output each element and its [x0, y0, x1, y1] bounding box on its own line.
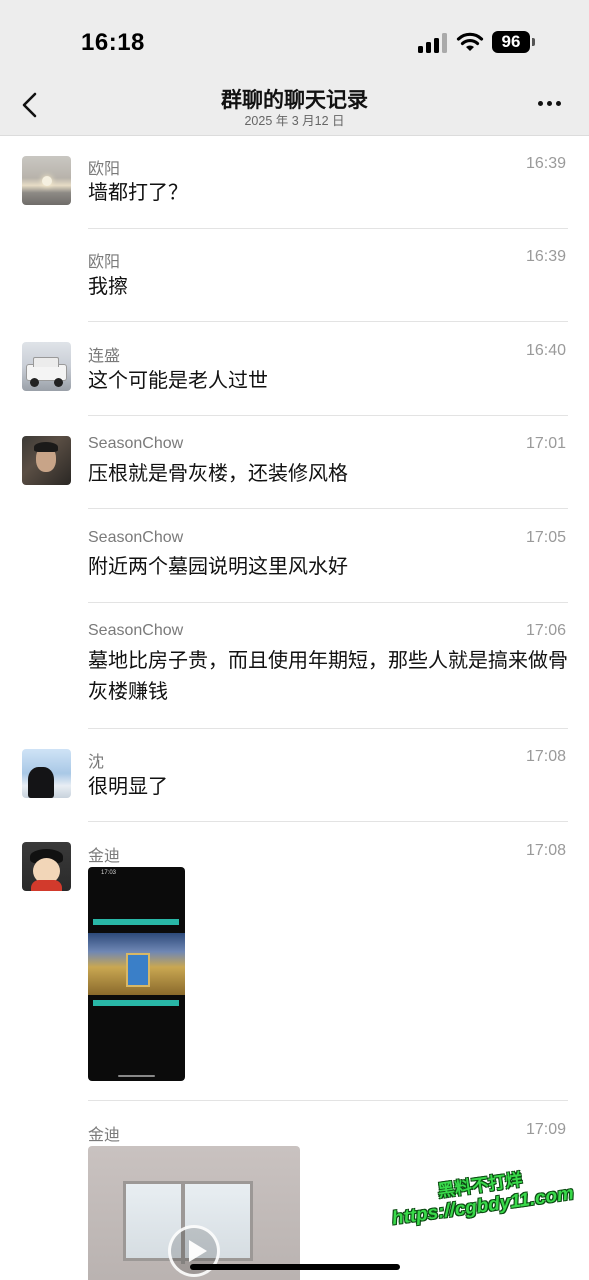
- message-time: 17:05: [525, 529, 566, 546]
- top-bar: 16:18 96 群聊的聊天记录 2025 年 3 月12 日: [0, 0, 589, 136]
- divider: [88, 415, 568, 416]
- avatar[interactable]: [22, 436, 71, 485]
- image-message[interactable]: 17:03: [88, 867, 185, 1081]
- sender-name: SeasonChow: [88, 622, 184, 639]
- wifi-icon: [456, 32, 484, 51]
- message-time: 17:09: [525, 1121, 566, 1138]
- watermark-line1: 黑料不打烊: [436, 1170, 524, 1201]
- sender-name: 金迪: [88, 1127, 121, 1144]
- message-text[interactable]: 附近两个墓园说明这里风水好: [88, 552, 570, 583]
- home-indicator[interactable]: [190, 1264, 400, 1270]
- avatar[interactable]: [22, 749, 71, 798]
- avatar[interactable]: [22, 156, 71, 205]
- divider: [88, 228, 568, 229]
- message-text[interactable]: 墓地比房子贵，而且使用年期短，那些人就是搞来做骨灰楼赚钱: [88, 646, 570, 708]
- message-time: 16:39: [525, 155, 566, 172]
- divider: [88, 508, 568, 509]
- sender-name: 欧阳: [88, 161, 121, 178]
- sender-name: SeasonChow: [88, 529, 184, 546]
- avatar[interactable]: [22, 342, 71, 391]
- message-time: 16:39: [525, 248, 566, 265]
- sender-name: 连盛: [88, 348, 121, 365]
- message-text[interactable]: 墙都打了？: [88, 178, 570, 209]
- sender-name: 沈: [88, 754, 105, 771]
- chat-date: 2025 年 3 月12 日: [244, 114, 345, 128]
- sender-name: 金迪: [88, 848, 121, 865]
- divider: [88, 821, 568, 822]
- battery-icon: 96: [492, 31, 536, 53]
- message-text[interactable]: 压根就是骨灰楼，还装修风格: [88, 459, 570, 490]
- divider: [88, 728, 568, 729]
- image-clock-text: 17:03: [101, 870, 117, 876]
- watermark: 黑料不打烊 https://cgbdy11.com: [372, 1156, 589, 1232]
- video-message[interactable]: [88, 1146, 300, 1280]
- message-text[interactable]: 我擦: [88, 272, 570, 303]
- message-text[interactable]: 很明显了: [88, 772, 570, 803]
- message-time: 17:01: [525, 435, 566, 452]
- message-text[interactable]: 这个可能是老人过世: [88, 366, 570, 397]
- avatar[interactable]: [22, 842, 71, 891]
- watermark-line2: https://cgbdy11.com: [390, 1183, 576, 1230]
- status-time: 16:18: [81, 29, 145, 56]
- sender-name: SeasonChow: [88, 435, 184, 452]
- divider: [88, 1100, 568, 1101]
- divider: [88, 321, 568, 322]
- cellular-signal-icon: [418, 33, 448, 53]
- battery-level: 96: [492, 31, 530, 53]
- more-options-button[interactable]: [533, 96, 567, 114]
- message-time: 17:08: [525, 842, 566, 859]
- message-time: 17:06: [525, 622, 566, 639]
- sender-name: 欧阳: [88, 254, 121, 271]
- divider: [88, 602, 568, 603]
- message-time: 17:08: [525, 748, 566, 765]
- message-time: 16:40: [525, 342, 566, 359]
